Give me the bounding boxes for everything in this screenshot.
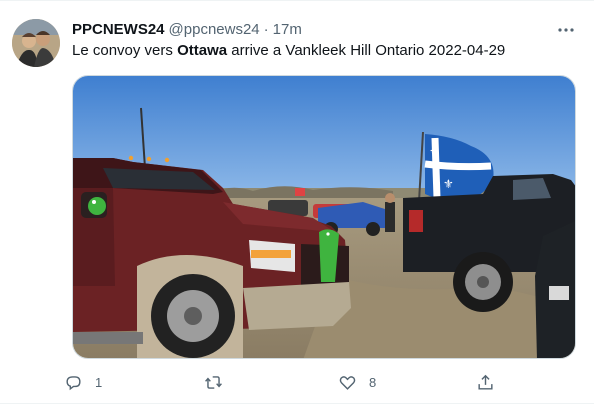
timestamp[interactable]: 17m — [273, 20, 302, 40]
share-icon — [478, 374, 493, 390]
tweet-actions: 1 8 — [64, 369, 514, 395]
separator-dot: · — [263, 21, 269, 38]
reply-count: 1 — [95, 374, 103, 390]
more-options-button[interactable] — [554, 19, 578, 41]
display-name[interactable]: PPCNEWS24 — [72, 20, 165, 40]
like-count: 8 — [369, 374, 377, 390]
tweet-text-part: arrive a Vankleek Hill Ontario 2022-04-2… — [227, 42, 506, 59]
retweet-button[interactable] — [204, 369, 235, 395]
more-icon — [558, 28, 574, 32]
tweet-card[interactable]: PPCNEWS24 @ppcnews24 · 17m Le convoy ver… — [0, 0, 594, 404]
avatar[interactable] — [12, 19, 60, 67]
tweet-text-bold: Ottawa — [177, 42, 228, 59]
tweet-photo[interactable]: ⚜ ⚜ — [72, 75, 576, 359]
tweet-header: PPCNEWS24 @ppcnews24 · 17m — [72, 19, 574, 41]
tweet-text-part: Le convoy vers — [72, 42, 178, 59]
convoy-photo-illustration: ⚜ ⚜ — [73, 76, 575, 358]
avatar-photo — [12, 19, 60, 67]
svg-text:⚜: ⚜ — [443, 177, 454, 191]
svg-text:⚜: ⚜ — [429, 145, 440, 159]
reply-icon — [66, 375, 81, 390]
like-icon — [339, 375, 356, 390]
reply-button[interactable]: 1 — [64, 369, 102, 395]
share-button[interactable] — [476, 369, 495, 395]
tweet-text: Le convoy vers Ottawa arrive a Vankleek … — [72, 41, 578, 61]
like-button[interactable]: 8 — [338, 369, 376, 395]
user-handle[interactable]: @ppcnews24 — [169, 20, 260, 40]
retweet-icon — [205, 375, 222, 389]
